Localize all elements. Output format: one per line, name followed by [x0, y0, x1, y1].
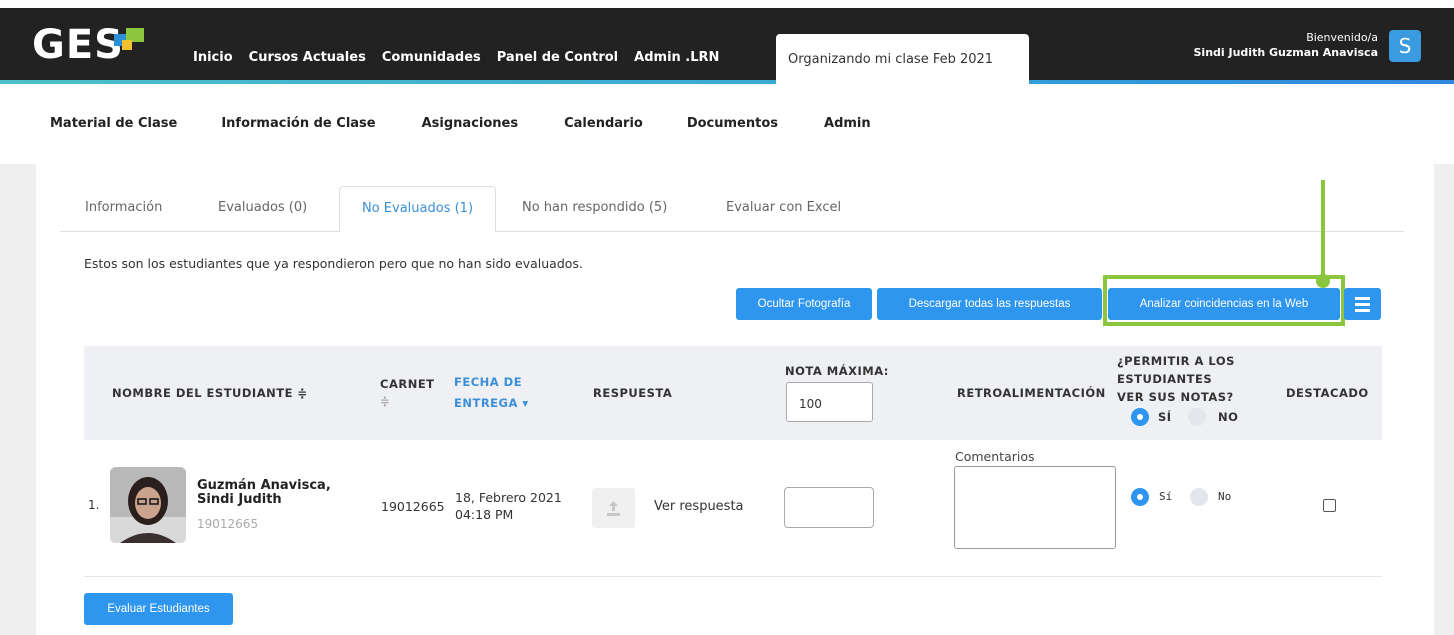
cell-carnet: 19012665 — [381, 499, 445, 514]
tab-evaluar-excel[interactable]: Evaluar con Excel — [726, 200, 841, 215]
header-featured: DESTACADO — [1286, 386, 1369, 400]
callout-arrow-line — [1321, 180, 1325, 280]
subnav-documentos[interactable]: Documentos — [687, 116, 778, 131]
hide-photo-button[interactable]: Ocultar Fotografía — [736, 288, 872, 320]
grade-input[interactable] — [784, 487, 874, 528]
row-yes-label: Sí — [1159, 490, 1173, 503]
student-name-line-2: Sindi Judith — [197, 492, 282, 507]
header-student[interactable]: NOMBRE DEL ESTUDIANTE ≑ — [112, 386, 308, 400]
header-feedback: RETROALIMENTACIÓN — [957, 386, 1106, 400]
header-carnet[interactable]: CARNET — [380, 377, 435, 391]
header-yes-radio[interactable] — [1131, 408, 1149, 426]
nav-cursos-actuales[interactable]: Cursos Actuales — [249, 50, 366, 65]
welcome-label: Bienvenido/a — [1306, 31, 1378, 44]
header-allow-2: ESTUDIANTES — [1117, 372, 1213, 386]
subnav-material[interactable]: Material de Clase — [50, 116, 177, 131]
main-nav: Inicio Cursos Actuales Comunidades Panel… — [193, 50, 735, 65]
nav-panel-de-control[interactable]: Panel de Control — [497, 50, 618, 65]
description-text: Estos son los estudiantes que ya respond… — [84, 256, 583, 271]
view-response-link[interactable]: Ver respuesta — [654, 499, 744, 514]
student-photo — [110, 467, 186, 543]
featured-checkbox[interactable] — [1323, 499, 1336, 512]
active-course-tab[interactable]: Organizando mi clase Feb 2021 — [776, 34, 1029, 84]
header-date-2[interactable]: ENTREGA ▾ — [454, 396, 529, 410]
row-yes-radio[interactable] — [1131, 488, 1149, 506]
top-bar-stripe — [0, 80, 1454, 84]
row-no-label: No — [1218, 490, 1232, 503]
header-allow-1: ¿PERMITIR A LOS — [1117, 354, 1235, 368]
header-no-radio[interactable] — [1188, 408, 1206, 426]
comments-label: Comentarios — [955, 449, 1035, 464]
evaluate-students-button[interactable]: Evaluar Estudiantes — [84, 593, 233, 625]
avatar[interactable]: S — [1389, 30, 1421, 62]
header-no-label: NO — [1218, 410, 1239, 424]
nav-comunidades[interactable]: Comunidades — [382, 50, 481, 65]
download-all-button[interactable]: Descargar todas las respuestas — [877, 288, 1102, 320]
course-subnav: Material de Clase Información de Clase A… — [50, 116, 871, 131]
left-gutter — [0, 164, 36, 635]
max-grade-input[interactable]: 100 — [786, 382, 873, 422]
subnav-informacion[interactable]: Información de Clase — [221, 116, 375, 131]
subnav-asignaciones[interactable]: Asignaciones — [422, 116, 519, 131]
subnav-admin[interactable]: Admin — [824, 116, 871, 131]
tab-no-han-respondido[interactable]: No han respondido (5) — [522, 200, 667, 215]
header-response: RESPUESTA — [593, 386, 673, 400]
header-yes-label: SÍ — [1158, 410, 1172, 424]
row-number: 1. — [88, 498, 100, 512]
tab-evaluados[interactable]: Evaluados (0) — [218, 200, 307, 215]
tab-informacion[interactable]: Información — [85, 200, 162, 215]
nav-inicio[interactable]: Inicio — [193, 50, 233, 65]
comments-textarea[interactable] — [954, 466, 1116, 549]
user-name[interactable]: Sindi Judith Guzman Anavisca — [1194, 45, 1379, 60]
right-gutter — [1434, 164, 1454, 635]
highlight-box — [1103, 275, 1345, 326]
logo-mark-icon — [114, 28, 144, 52]
menu-icon[interactable] — [1344, 288, 1381, 320]
student-name-line-1: Guzmán Anavisca, — [197, 478, 331, 493]
header-allow-3: VER SUS NOTAS? — [1117, 390, 1234, 404]
evaluation-tabs: Información Evaluados (0) No Evaluados (… — [60, 186, 1404, 233]
tab-no-evaluados[interactable]: No Evaluados (1) — [339, 186, 497, 233]
nav-admin-lrn[interactable]: Admin .LRN — [634, 50, 719, 65]
header-max-grade: NOTA MÁXIMA: — [785, 364, 889, 378]
upload-icon[interactable] — [592, 488, 635, 528]
row-divider — [84, 576, 1382, 577]
cell-date-1: 18, Febrero 2021 — [455, 490, 562, 505]
student-carnet-sub: 19012665 — [197, 517, 259, 531]
header-date-1[interactable]: FECHA DE — [454, 375, 522, 389]
welcome-block: Bienvenido/a Sindi Judith Guzman Anavisc… — [1194, 30, 1379, 60]
callout-arrow-dot — [1316, 274, 1330, 288]
logo[interactable]: GES — [32, 22, 124, 68]
cell-date-2: 04:18 PM — [455, 507, 514, 522]
subnav-calendario[interactable]: Calendario — [564, 116, 643, 131]
carnet-sort-icon[interactable]: ≑ — [380, 394, 390, 408]
student-name[interactable]: Guzmán Anavisca, Sindi Judith — [197, 479, 331, 507]
row-no-radio[interactable] — [1190, 488, 1208, 506]
